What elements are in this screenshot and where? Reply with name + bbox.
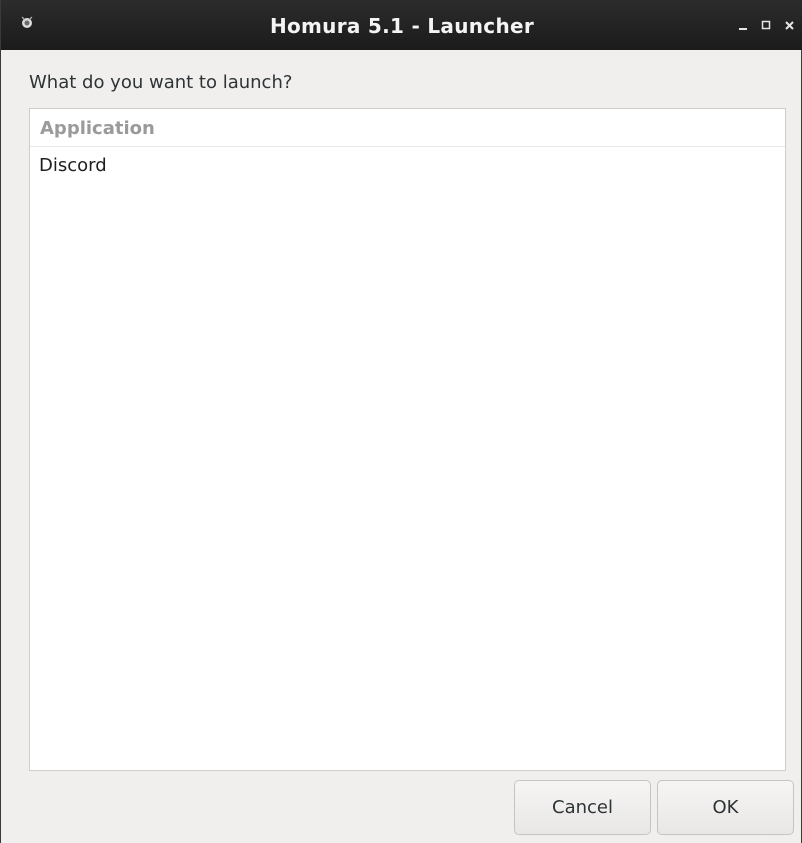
title-bar[interactable]: Homura 5.1 - Launcher xyxy=(1,0,802,50)
ok-button[interactable]: OK xyxy=(657,780,794,835)
maximize-icon[interactable] xyxy=(760,18,774,32)
list-item[interactable]: Discord xyxy=(30,149,785,185)
launcher-window: Homura 5.1 - Launcher What do you want t… xyxy=(0,0,802,843)
application-list[interactable]: Application Discord xyxy=(29,108,786,771)
launch-prompt: What do you want to launch? xyxy=(29,72,293,93)
cancel-button[interactable]: Cancel xyxy=(514,780,651,835)
list-item-label: Discord xyxy=(39,155,107,176)
close-icon[interactable] xyxy=(783,18,797,32)
window-title: Homura 5.1 - Launcher xyxy=(269,14,535,38)
minimize-icon[interactable] xyxy=(737,18,751,32)
column-header-application[interactable]: Application xyxy=(30,109,785,147)
column-header-label: Application xyxy=(40,118,155,139)
